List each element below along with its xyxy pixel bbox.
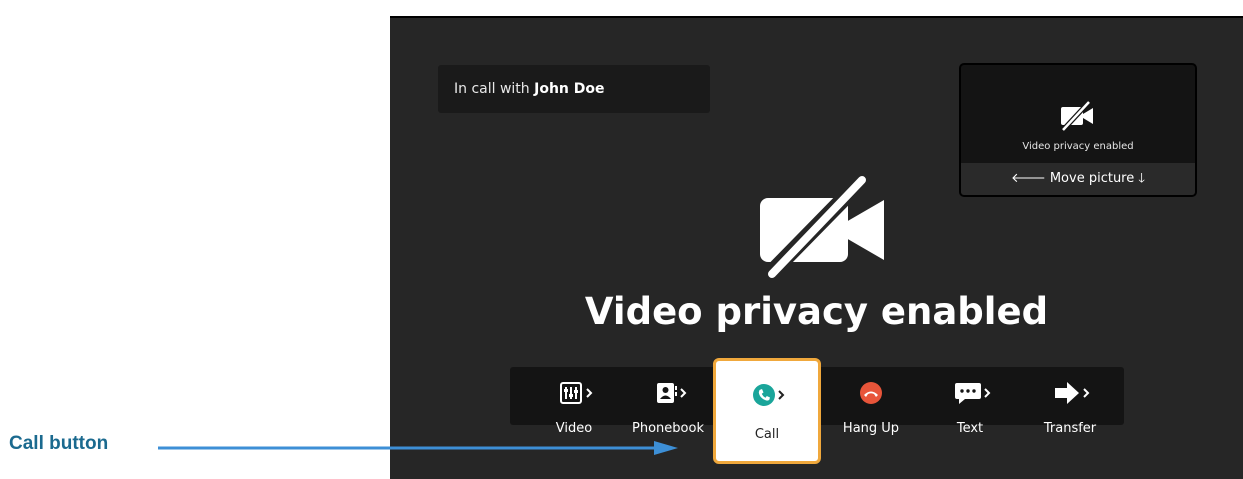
caller-name: John Doe (534, 81, 605, 97)
move-picture-bar[interactable]: 🡐 Move picture 🡓 (961, 163, 1195, 195)
privacy-message: Video privacy enabled (584, 290, 1049, 333)
transfer-label: Transfer (1043, 421, 1097, 436)
call-status-banner: In call with John Doe (438, 65, 710, 113)
text-button[interactable]: Text (920, 367, 1020, 436)
phone-icon (753, 384, 785, 406)
call-button[interactable]: Call (713, 358, 821, 464)
phonebook-icon (657, 383, 687, 403)
phonebook-label: Phonebook (632, 421, 704, 436)
video-settings-icon (560, 382, 593, 404)
self-view-privacy-text: Video privacy enabled (1022, 141, 1134, 152)
video-label: Video (555, 421, 593, 436)
video-settings-button[interactable]: Video (530, 367, 618, 436)
call-status-prefix: In call with (454, 81, 535, 97)
self-view-content: Video privacy enabled (961, 65, 1195, 165)
videophone-screen: In call with John Doe Video privacy enab… (390, 16, 1243, 479)
transfer-arrow-icon (1055, 382, 1090, 404)
video-off-icon (760, 174, 884, 278)
move-picture-label: Move picture (1049, 171, 1135, 186)
hang-up-button[interactable]: Hang Up (822, 367, 920, 436)
self-view-picture[interactable]: Video privacy enabled 🡐 Move picture 🡓 (959, 63, 1197, 197)
annotation-label: Call button (9, 433, 109, 454)
arrow-left-icon: 🡐 (1010, 171, 1046, 186)
text-chat-icon (955, 383, 991, 404)
phonebook-button[interactable]: Phonebook (618, 367, 718, 436)
annotation-arrow (158, 441, 678, 455)
hang-up-label: Hang Up (842, 421, 900, 436)
text-label: Text (956, 421, 984, 436)
arrow-down-icon: 🡓 (1138, 171, 1146, 186)
call-label: Call (754, 427, 780, 442)
video-off-icon (1061, 101, 1093, 131)
transfer-button[interactable]: Transfer (1020, 367, 1120, 436)
hang-up-icon (860, 382, 882, 404)
page: In call with John Doe Video privacy enab… (0, 0, 1243, 479)
